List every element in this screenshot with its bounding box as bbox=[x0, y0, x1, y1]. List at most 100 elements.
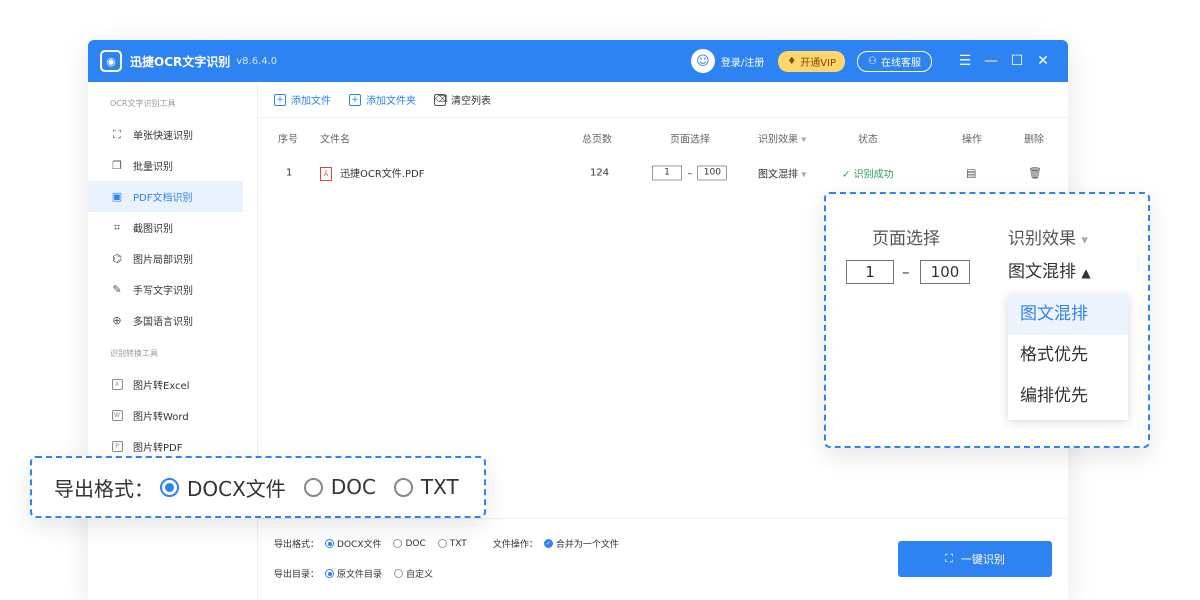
effect-option-layout-first[interactable]: 编排优先 bbox=[1008, 376, 1128, 417]
effect-option-format-first[interactable]: 格式优先 bbox=[1008, 335, 1128, 376]
screen: ◉ 迅捷OCR文字识别 v8.6.4.0 ☺ 登录/注册 ♦ 开通VIP ⚇ 在… bbox=[0, 0, 1200, 600]
page-to-input[interactable]: 100 bbox=[697, 165, 728, 181]
caret-down-icon: ▾ bbox=[801, 134, 807, 146]
radio-icon bbox=[303, 477, 323, 497]
add-folder-button[interactable]: + 添加文件夹 bbox=[349, 92, 416, 107]
callout-export-label: 导出格式： bbox=[54, 476, 154, 501]
col-effect-label: 识别效果 bbox=[758, 134, 798, 146]
caret-down-icon: ▾ bbox=[801, 169, 807, 181]
caret-up-icon: ▲ bbox=[1081, 266, 1091, 280]
single-scan-icon: ⛶ bbox=[113, 127, 121, 141]
export-format-callout: 导出格式： DOCX文件 DOC TXT bbox=[30, 456, 486, 518]
format-doc-radio[interactable]: DOC bbox=[393, 538, 426, 549]
sidebar-item-label: PDF文档识别 bbox=[133, 193, 193, 204]
col-filename: 文件名 bbox=[320, 134, 350, 146]
add-file-button[interactable]: + 添加文件 bbox=[274, 92, 331, 107]
callout-page-from-input[interactable]: 1 bbox=[846, 260, 894, 284]
radio-icon bbox=[393, 477, 413, 497]
run-ocr-label: 一键识别 bbox=[960, 553, 1005, 566]
callout-page-to-input[interactable]: 100 bbox=[920, 260, 970, 284]
format-txt-radio[interactable]: TXT bbox=[437, 539, 467, 549]
range-dash: – bbox=[902, 263, 910, 281]
sidebar-item-label: 批量识别 bbox=[133, 162, 173, 173]
app-version: v8.6.4.0 bbox=[236, 55, 278, 67]
callout-effect-value: 图文混排 bbox=[1008, 262, 1076, 282]
radio-selected-icon bbox=[160, 477, 179, 497]
open-file-icon[interactable]: ▤ bbox=[966, 167, 976, 180]
table-row[interactable]: 1 ⅄ 迅捷OCR文件.PDF 124 1 – 100 图文混排 ▾ ✓ 识别成功… bbox=[258, 158, 1068, 188]
toolbar: + 添加文件 + 添加文件夹 ⌫ 清空列表 bbox=[258, 82, 1068, 118]
clear-list-button[interactable]: ⌫ 清空列表 bbox=[434, 92, 491, 107]
export-dir-row: 导出目录： 原文件目录 自定义 bbox=[274, 567, 439, 580]
col-effect[interactable]: 识别效果 ▾ bbox=[758, 131, 806, 146]
sidebar-item-word[interactable]: W 图片转Word bbox=[88, 400, 243, 431]
export-dir-label: 导出目录： bbox=[274, 570, 320, 580]
sidebar: OCR文字识别工具 ⛶ 单张快速识别 ❐ 批量识别 ▣ PDF文档识别 ⌗ 截图识别 ⌬… bbox=[88, 82, 258, 600]
page-effect-callout: 页面选择 识别效果 ▾ 1 – 100 图文混排 ▲ 图文混排 格式优先 编排优… bbox=[824, 192, 1150, 448]
callout-effect-select[interactable]: 图文混排 ▲ bbox=[1008, 260, 1091, 285]
row-status: ✓ 识别成功 bbox=[842, 166, 894, 181]
callout-format-label: DOCX文件 bbox=[187, 476, 286, 501]
merge-label: 合并为一个文件 bbox=[555, 540, 619, 550]
callout-format-label: TXT bbox=[420, 475, 459, 499]
sidebar-item-label: 多国语言识别 bbox=[133, 317, 193, 328]
format-option-label: DOC bbox=[405, 538, 426, 549]
bottom-options: 导出格式： DOCX文件 DOC TXT 文件操作： ✓ 合并为一个文件 导出目录… bbox=[258, 518, 1068, 600]
radio-icon bbox=[393, 539, 403, 548]
dir-custom-radio[interactable]: 自定义 bbox=[394, 567, 433, 580]
sidebar-item-label: 截图识别 bbox=[133, 224, 173, 235]
col-delete: 删除 bbox=[1024, 134, 1044, 146]
callout-docx-radio[interactable]: DOCX文件 bbox=[160, 473, 286, 502]
add-folder-icon: + bbox=[349, 93, 361, 106]
sidebar-item-handwriting[interactable]: ✎ 手写文字识别 bbox=[88, 274, 243, 305]
delete-icon[interactable]: 🗑 bbox=[1028, 167, 1042, 180]
check-icon: ✓ bbox=[842, 169, 851, 181]
excel-icon: X bbox=[110, 378, 124, 392]
radio-selected-icon bbox=[325, 569, 335, 578]
pdf-icon: P bbox=[110, 440, 124, 454]
sidebar-item-single[interactable]: ⛶ 单张快速识别 bbox=[88, 119, 243, 150]
diamond-icon: ♦ bbox=[787, 55, 797, 67]
callout-page-header: 页面选择 bbox=[872, 229, 940, 249]
login-link[interactable]: 登录/注册 bbox=[721, 54, 764, 69]
run-ocr-button[interactable]: ⛶ 一键识别 bbox=[898, 541, 1052, 577]
format-docx-radio[interactable]: DOCX文件 bbox=[325, 537, 381, 550]
status-text: 识别成功 bbox=[853, 169, 894, 181]
sidebar-item-screenshot[interactable]: ⌗ 截图识别 bbox=[88, 212, 243, 243]
sidebar-item-partial[interactable]: ⌬ 图片局部识别 bbox=[88, 243, 243, 274]
col-status: 状态 bbox=[858, 134, 878, 146]
avatar-icon[interactable]: ☺ bbox=[690, 49, 715, 73]
effect-option-mixed[interactable]: 图文混排 bbox=[1008, 294, 1128, 335]
row-effect-select[interactable]: 图文混排 ▾ bbox=[758, 166, 806, 181]
callout-doc-radio[interactable]: DOC bbox=[303, 475, 376, 499]
sidebar-section-convert: 识别转换工具 bbox=[110, 349, 158, 358]
filename-text: 迅捷OCR文件.PDF bbox=[340, 169, 425, 180]
page-from-input[interactable]: 1 bbox=[652, 165, 682, 181]
callout-format-label: DOC bbox=[330, 475, 376, 499]
caret-down-icon: ▾ bbox=[1081, 233, 1088, 248]
sidebar-item-label: 图片转Word bbox=[133, 412, 189, 423]
radio-icon bbox=[437, 539, 447, 548]
radio-selected-icon bbox=[325, 539, 335, 548]
minimize-icon[interactable]: — bbox=[978, 53, 1004, 69]
callout-txt-radio[interactable]: TXT bbox=[393, 475, 459, 499]
trash-icon: ⌫ bbox=[434, 93, 448, 106]
add-file-label: 添加文件 bbox=[291, 96, 331, 107]
vip-button[interactable]: ♦ 开通VIP bbox=[778, 50, 846, 72]
menu-icon[interactable]: ☰ bbox=[952, 53, 978, 69]
app-name: 迅捷OCR文字识别 bbox=[130, 54, 231, 69]
effect-value: 图文混排 bbox=[758, 169, 798, 181]
pdf-file-icon: ⅄ bbox=[320, 167, 332, 181]
export-format-row: 导出格式： DOCX文件 DOC TXT 文件操作： ✓ 合并为一个文件 bbox=[274, 537, 625, 551]
maximize-icon[interactable]: ☐ bbox=[1004, 53, 1030, 69]
sidebar-item-multilang[interactable]: ⊕ 多国语言识别 bbox=[88, 305, 243, 336]
export-format-label: 导出格式： bbox=[274, 540, 320, 550]
online-service-button[interactable]: ⚇ 在线客服 bbox=[857, 50, 932, 72]
sidebar-item-pdf[interactable]: ▣ PDF文档识别 bbox=[88, 181, 243, 212]
sidebar-item-batch[interactable]: ❐ 批量识别 bbox=[88, 150, 243, 181]
dir-original-radio[interactable]: 原文件目录 bbox=[325, 567, 382, 580]
sidebar-item-excel[interactable]: X 图片转Excel bbox=[88, 369, 243, 400]
merge-checkbox[interactable]: ✓ 合并为一个文件 bbox=[543, 537, 619, 550]
close-icon[interactable]: ✕ bbox=[1030, 53, 1056, 69]
partial-scan-icon: ⌬ bbox=[112, 252, 122, 265]
